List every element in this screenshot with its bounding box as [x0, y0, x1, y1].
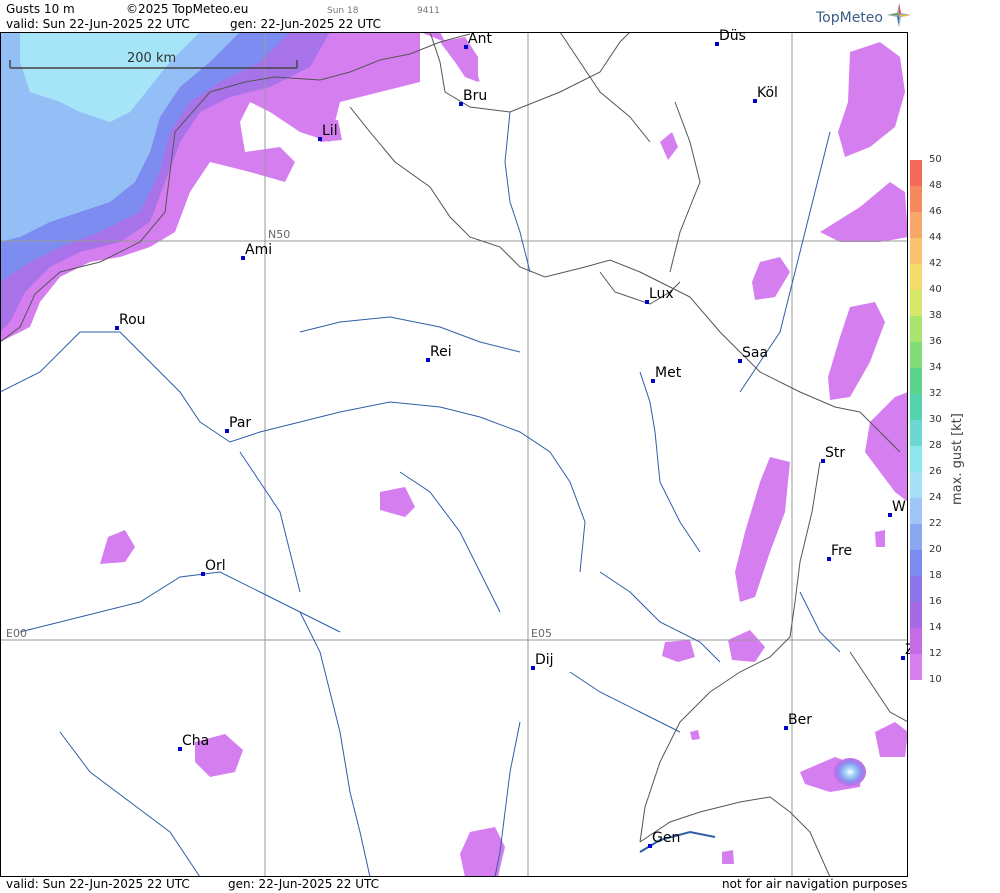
- city-label: Ber: [788, 712, 812, 728]
- gust-peak-bern: [834, 758, 866, 786]
- compass-star-icon: [887, 3, 911, 27]
- colorbar-tick-label: 20: [929, 544, 942, 555]
- colorbar-tick-label: 28: [929, 440, 942, 451]
- longitude-label-e05: E05: [531, 627, 552, 640]
- colorbar-tick-label: 18: [929, 570, 942, 581]
- colorbar-tick-label: 34: [929, 362, 942, 373]
- colorbar-band: [910, 394, 922, 420]
- city-label: Rei: [430, 344, 452, 360]
- colorbar-tick-label: 22: [929, 518, 942, 529]
- colorbar-tick-label: 16: [929, 596, 942, 607]
- colorbar-title: max. gust [kt]: [950, 413, 965, 505]
- brand-logo: TopMeteo: [816, 10, 883, 26]
- colorbar-tick-label: 46: [929, 206, 942, 217]
- city-label: W: [892, 499, 906, 515]
- disclaimer: not for air navigation purposes: [722, 877, 908, 891]
- colorbar-band: [910, 498, 922, 524]
- colorbar-band: [910, 654, 922, 680]
- footer-generated-time: gen: 22-Jun-2025 22 UTC: [228, 877, 380, 891]
- city-label: Bru: [463, 88, 488, 104]
- colorbar-band: [910, 342, 922, 368]
- colorbar-band: [910, 290, 922, 316]
- run-label: Sun 18: [327, 6, 359, 16]
- colorbar-tick-label: 24: [929, 492, 942, 503]
- city-label: Str: [825, 445, 846, 461]
- colorbar-tick-label: 36: [929, 336, 942, 347]
- city-label: Cha: [182, 733, 210, 749]
- colorbar-tick-label: 40: [929, 284, 942, 295]
- colorbar-band: [910, 186, 922, 212]
- colorbar-band: [910, 550, 922, 576]
- colorbar-band: [910, 160, 922, 186]
- city-label: Saa: [742, 345, 769, 361]
- colorbar-band: [910, 446, 922, 472]
- longitude-label-e00: E00: [6, 627, 27, 640]
- copyright: ©2025 TopMeteo.eu: [126, 2, 249, 16]
- colorbar-band: [910, 602, 922, 628]
- colorbar-band: [910, 576, 922, 602]
- colorbar-band: [910, 628, 922, 654]
- colorbar-tick-label: 48: [929, 180, 942, 191]
- city-label: Ami: [245, 242, 273, 258]
- colorbar-band: [910, 264, 922, 290]
- city-label: Lux: [649, 286, 674, 302]
- colorbar: [910, 160, 922, 680]
- city-label: Dij: [535, 652, 554, 668]
- city-label: Orl: [205, 558, 226, 574]
- scale-bar-label: 200 km: [127, 51, 177, 66]
- colorbar-band: [910, 238, 922, 264]
- generated-time: gen: 22-Jun-2025 22 UTC: [230, 17, 382, 31]
- colorbar-band: [910, 472, 922, 498]
- city-label: Gen: [652, 830, 681, 846]
- colorbar-tick-label: 26: [929, 466, 942, 477]
- city-label: Fre: [831, 543, 853, 559]
- colorbar-band: [910, 316, 922, 342]
- city-label: Düs: [719, 28, 746, 44]
- colorbar-tick-label: 42: [929, 258, 942, 269]
- footer-valid-time: valid: Sun 22-Jun-2025 22 UTC: [6, 877, 190, 891]
- city-label: Ant: [468, 31, 492, 47]
- colorbar-band: [910, 524, 922, 550]
- colorbar-band: [910, 420, 922, 446]
- colorbar-tick-label: 32: [929, 388, 942, 399]
- weather-map[interactable]: [0, 32, 910, 877]
- valid-time: valid: Sun 22-Jun-2025 22 UTC: [6, 17, 190, 31]
- colorbar-tick-label: 50: [929, 154, 942, 165]
- code-label: 9411: [417, 6, 440, 16]
- colorbar-tick-label: 14: [929, 622, 942, 633]
- colorbar-tick-label: 44: [929, 232, 942, 243]
- colorbar-tick-label: 38: [929, 310, 942, 321]
- city-label: Rou: [119, 312, 146, 328]
- colorbar-band: [910, 368, 922, 394]
- city-label: Köl: [757, 85, 778, 101]
- colorbar-tick-label: 10: [929, 674, 942, 685]
- city-label: Lil: [322, 123, 338, 139]
- city-label: Par: [229, 415, 252, 431]
- colorbar-tick-label: 12: [929, 648, 942, 659]
- colorbar-band: [910, 212, 922, 238]
- latitude-label: N50: [268, 228, 291, 241]
- city-label: Met: [655, 365, 682, 381]
- colorbar-tick-label: 30: [929, 414, 942, 425]
- product-title: Gusts 10 m: [6, 2, 75, 16]
